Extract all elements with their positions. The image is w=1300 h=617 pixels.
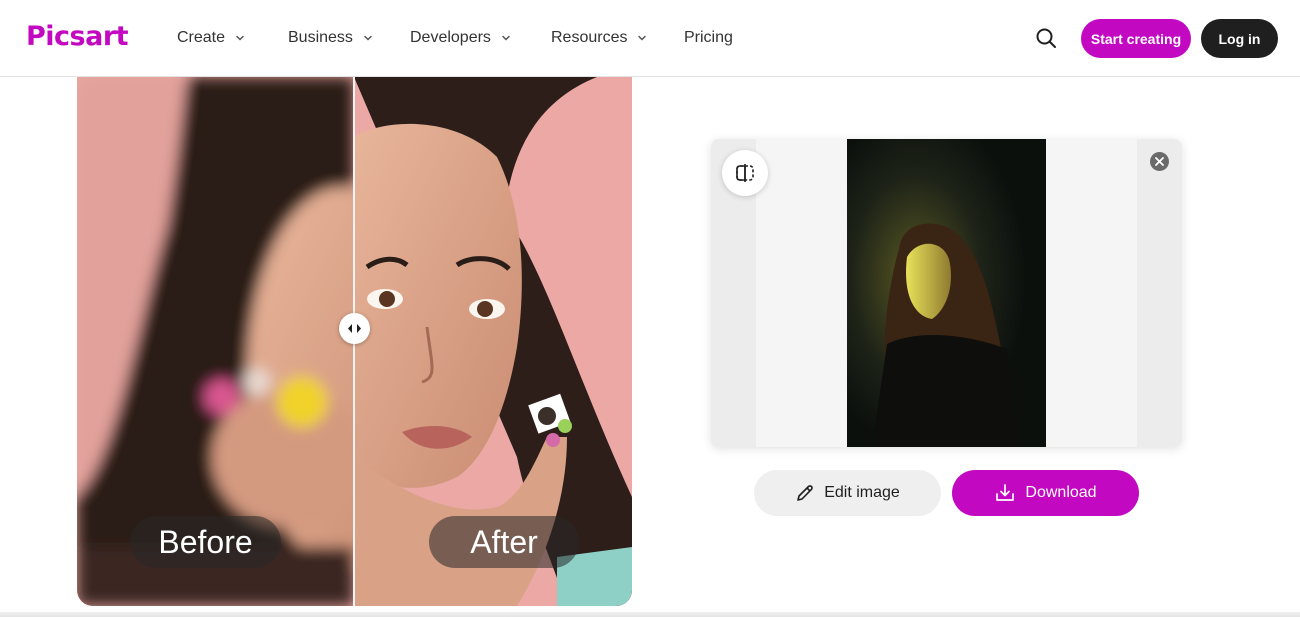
nav-create-label: Create xyxy=(177,29,226,46)
search-button[interactable] xyxy=(1034,26,1058,50)
before-label: Before xyxy=(130,516,281,568)
main-nav: Create Business Developers Resources Pri… xyxy=(177,26,733,50)
close-preview-button[interactable] xyxy=(1150,152,1169,171)
nav-developers-label: Developers xyxy=(410,29,491,46)
search-icon xyxy=(1036,28,1056,48)
comparison-slider-handle[interactable] xyxy=(339,313,370,344)
edit-image-label: Edit image xyxy=(824,484,900,501)
pencil-icon xyxy=(797,485,813,501)
nav-pricing-label: Pricing xyxy=(684,29,733,46)
log-in-button[interactable]: Log in xyxy=(1201,19,1278,58)
close-icon xyxy=(1155,157,1164,166)
nav-business-label: Business xyxy=(288,29,353,46)
preview-image xyxy=(847,139,1046,447)
split-arrows-icon xyxy=(348,324,361,333)
download-button[interactable]: Download xyxy=(952,470,1139,516)
before-after-comparison[interactable]: Before After xyxy=(77,77,632,606)
chevron-down-icon xyxy=(236,35,244,41)
nav-developers[interactable]: Developers xyxy=(410,26,551,50)
edit-image-button[interactable]: Edit image xyxy=(754,470,941,516)
picsart-logo[interactable]: Picsart xyxy=(26,20,129,54)
chevron-down-icon xyxy=(502,35,510,41)
compare-split-icon xyxy=(736,164,754,182)
top-navigation-bar: Picsart Create Business Developers Resou… xyxy=(0,0,1300,77)
download-label: Download xyxy=(1025,484,1097,501)
nav-create[interactable]: Create xyxy=(177,26,288,50)
after-label: After xyxy=(429,516,579,568)
chevron-down-icon xyxy=(364,35,372,41)
chevron-down-icon xyxy=(638,35,647,41)
nav-business[interactable]: Business xyxy=(288,26,410,50)
compare-toggle-button[interactable] xyxy=(722,150,768,196)
nav-pricing[interactable]: Pricing xyxy=(684,26,733,50)
nav-resources-label: Resources xyxy=(551,29,628,46)
section-divider xyxy=(0,612,1300,617)
result-preview-card xyxy=(711,139,1182,447)
nav-resources[interactable]: Resources xyxy=(551,26,684,50)
start-creating-button[interactable]: Start creating xyxy=(1081,19,1191,58)
download-icon xyxy=(996,484,1015,501)
